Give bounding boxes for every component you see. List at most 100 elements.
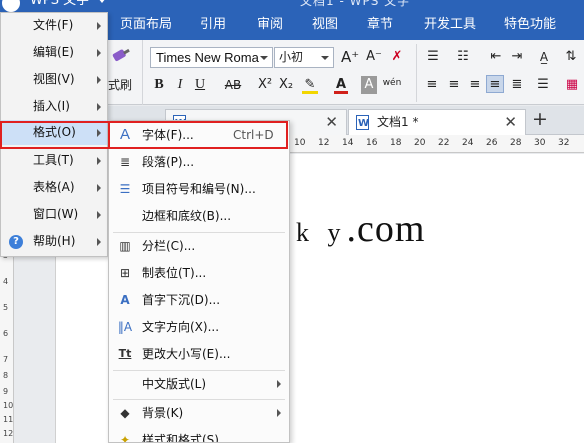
numbering-icon[interactable]: ☷ <box>454 48 472 66</box>
underline-button[interactable]: U <box>193 76 207 94</box>
font-color-button[interactable]: A <box>334 76 348 94</box>
menu-item-columns[interactable]: ▥ 分栏(C)... <box>109 233 289 259</box>
menu-item-window[interactable]: 窗口(W) <box>1 202 107 227</box>
menu-item-label: 中文版式(L) <box>142 377 207 391</box>
chevron-right-icon <box>97 157 101 165</box>
tab-stops-icon: ⊞ <box>119 266 131 280</box>
highlight-color-icon[interactable]: ✎ <box>302 76 318 94</box>
window-title: 文档1 - WPS 文字 <box>300 0 411 8</box>
ruler-tick: 28 <box>510 138 522 148</box>
menu-item-label: 文件(F) <box>33 18 74 32</box>
superscript-button[interactable]: X² <box>256 76 274 94</box>
sort-icon[interactable]: ⇅ <box>562 48 580 66</box>
tab-developer[interactable]: 开发工具 <box>420 14 480 36</box>
ruler-tick: 10 <box>294 138 306 148</box>
new-tab-button[interactable]: + <box>529 109 551 131</box>
menu-item-change-case[interactable]: Tt 更改大小写(E)... <box>109 341 289 367</box>
close-tab-icon[interactable]: ✕ <box>325 110 338 134</box>
distribute-icon[interactable]: ≣ <box>509 76 525 94</box>
menu-item-font[interactable]: A 字体(F)... Ctrl+D <box>109 122 289 148</box>
tab-chapter[interactable]: 章节 <box>360 14 400 36</box>
menu-item-tools[interactable]: 工具(T) <box>1 148 107 173</box>
font-name-select[interactable]: Times New Roma <box>150 47 273 68</box>
menu-item-view[interactable]: 视图(V) <box>1 67 107 92</box>
phonetic-guide-button[interactable]: wén <box>382 74 402 92</box>
bullets-icon: ☰ <box>119 182 131 196</box>
bold-button[interactable]: B <box>152 76 166 94</box>
menu-item-label: 插入(I) <box>33 99 70 113</box>
align-center-icon[interactable]: ≡ <box>446 76 462 94</box>
chevron-right-icon <box>97 184 101 192</box>
document-body-text[interactable]: k y.com <box>296 207 425 251</box>
menu-item-label: 项目符号和编号(N)... <box>142 182 256 196</box>
menu-item-text-direction[interactable]: ‖A 文字方向(X)... <box>109 314 289 340</box>
app-menu-button[interactable]: WPS 文字 <box>0 0 110 14</box>
menu-item-bullets-numbering[interactable]: ☰ 项目符号和编号(N)... <box>109 176 289 202</box>
grow-font-icon[interactable]: A⁺ <box>341 48 359 66</box>
menu-item-background[interactable]: ◆ 背景(K) <box>109 400 289 426</box>
ruler-tick: 18 <box>390 138 402 148</box>
menu-item-label: 文字方向(X)... <box>142 320 220 334</box>
ruler-tick: 5 <box>3 303 9 312</box>
char-shading-button[interactable]: A <box>361 76 377 94</box>
increase-indent-icon[interactable]: ⇥ <box>508 48 526 66</box>
format-painter-icon[interactable] <box>109 44 134 68</box>
ruler-tick: 24 <box>462 138 474 148</box>
justify-icon[interactable]: ≡ <box>486 75 504 93</box>
app-menu-caret-icon <box>98 0 106 3</box>
format-submenu: A 字体(F)... Ctrl+D ≣ 段落(P)... ☰ 项目符号和编号(N… <box>108 120 290 443</box>
line-spacing-icon[interactable]: ☰ <box>533 76 553 94</box>
shading-icon[interactable]: ▦ <box>563 76 581 94</box>
change-case-icon: Tt <box>118 347 132 360</box>
doc-tab-2[interactable]: 文档1 * ✕ <box>348 109 526 136</box>
clear-format-icon[interactable]: ✗ <box>389 48 405 66</box>
chinese-layout-icon[interactable]: A̲ <box>533 48 555 66</box>
menu-item-styles[interactable]: ✦ 样式和格式(S)... <box>109 427 289 442</box>
menu-item-label: 首字下沉(D)... <box>142 293 221 307</box>
menu-item-borders-shading[interactable]: 边框和底纹(B)... <box>109 203 289 229</box>
menu-item-label: 格式(O) <box>33 125 76 139</box>
ruler-tick: 11 <box>3 415 14 424</box>
ruler-tick: 26 <box>486 138 498 148</box>
menu-item-format[interactable]: 格式(O) <box>1 120 107 145</box>
strikethrough-button[interactable]: AB <box>222 76 244 94</box>
columns-icon: ▥ <box>119 239 131 253</box>
menu-item-table[interactable]: 表格(A) <box>1 175 107 200</box>
align-left-icon[interactable]: ≡ <box>424 76 440 94</box>
menu-item-tab-stops[interactable]: ⊞ 制表位(T)... <box>109 260 289 286</box>
tab-special-features[interactable]: 特色功能 <box>500 14 560 36</box>
font-size-value: 小初 <box>279 50 304 64</box>
tab-references[interactable]: 引用 <box>193 14 233 36</box>
font-icon: A <box>119 126 130 143</box>
menu-item-file[interactable]: 文件(F) <box>1 13 107 38</box>
tab-page-layout[interactable]: 页面布局 <box>116 14 176 36</box>
ruler-tick: 30 <box>534 138 546 148</box>
shrink-font-icon[interactable]: A⁻ <box>365 48 383 66</box>
menu-item-paragraph[interactable]: ≣ 段落(P)... <box>109 149 289 175</box>
align-right-icon[interactable]: ≡ <box>467 76 483 94</box>
italic-button[interactable]: I <box>173 76 187 94</box>
ruler-tick: 32 <box>558 138 570 148</box>
decrease-indent-icon[interactable]: ⇤ <box>487 48 505 66</box>
close-tab-icon[interactable]: ✕ <box>504 110 517 134</box>
menu-item-drop-cap[interactable]: A 首字下沉(D)... <box>109 287 289 313</box>
font-name-value: Times New Roma <box>156 50 259 65</box>
menu-item-label: 表格(A) <box>33 180 75 194</box>
subscript-button[interactable]: X₂ <box>277 76 295 94</box>
menu-item-label: 段落(P)... <box>142 155 195 169</box>
menu-item-help[interactable]: ? 帮助(H) <box>1 229 107 254</box>
bullets-icon[interactable]: ☰ <box>424 48 442 66</box>
menu-item-label: 更改大小写(E)... <box>142 347 231 361</box>
format-painter-label[interactable]: 式刷 <box>108 76 132 93</box>
menu-item-insert[interactable]: 插入(I) <box>1 94 107 119</box>
toolbar-divider <box>416 44 417 102</box>
ruler-tick: 22 <box>438 138 450 148</box>
chevron-right-icon <box>97 129 101 137</box>
chevron-right-icon <box>97 103 101 111</box>
tab-view[interactable]: 视图 <box>305 14 345 36</box>
menu-item-chinese-layout[interactable]: 中文版式(L) <box>109 371 289 397</box>
font-size-select[interactable]: 小初 <box>274 47 334 68</box>
chevron-right-icon <box>97 76 101 84</box>
menu-item-edit[interactable]: 编辑(E) <box>1 40 107 65</box>
tab-review[interactable]: 审阅 <box>250 14 290 36</box>
